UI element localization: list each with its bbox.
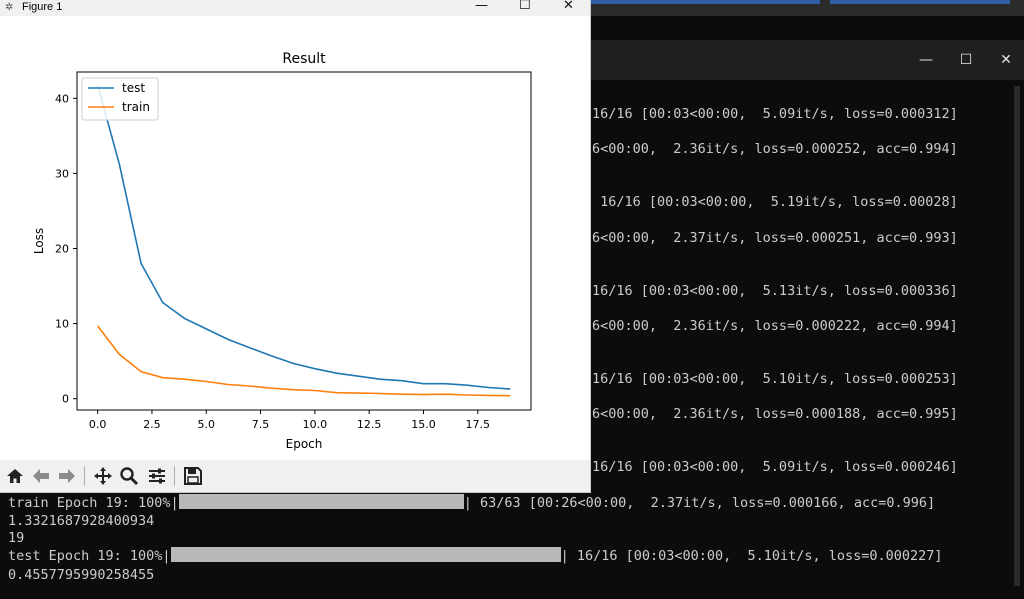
x-tick-label: 10.0 — [303, 418, 328, 431]
test-progress-bar — [170, 547, 561, 562]
home-button[interactable] — [4, 465, 26, 487]
terminal-output-value: 19 — [8, 530, 25, 546]
y-tick-label: 20 — [55, 243, 69, 256]
background-window-strip — [590, 0, 1024, 16]
terminal-line: 6<00:00, 2.36it/s, loss=0.000222, acc=0.… — [592, 318, 958, 334]
pan-icon — [94, 467, 112, 485]
terminal-output-value: 1.3321687928400934 — [8, 513, 155, 529]
figure-title: Figure 1 — [22, 1, 63, 13]
plot-area — [76, 71, 532, 411]
terminal-line: 16/16 [00:03<00:00, 5.09it/s, loss=0.000… — [592, 106, 958, 122]
y-tick-label: 40 — [55, 92, 69, 105]
terminal-line: 6<00:00, 2.37it/s, loss=0.000251, acc=0.… — [592, 230, 958, 246]
terminal-line: 16/16 [00:03<00:00, 5.13it/s, loss=0.000… — [592, 283, 958, 299]
figure-close-button[interactable]: ✕ — [563, 0, 574, 13]
train-epoch-line: train Epoch 19: 100%| | 63/63 [00:26<00:0… — [8, 494, 935, 512]
figure-minimize-button[interactable]: — — [475, 0, 488, 13]
x-axis-label: Epoch — [286, 437, 323, 451]
x-tick-label: 12.5 — [357, 418, 382, 431]
train-epoch-suffix: | 63/63 [00:26<00:00, 2.37it/s, loss=0.0… — [463, 495, 936, 511]
x-tick-label: 0.0 — [89, 418, 107, 431]
test-epoch-suffix: | 16/16 [00:03<00:00, 5.10it/s, loss=0.0… — [560, 548, 943, 564]
y-tick-label: 0 — [62, 393, 69, 406]
figure-maximize-button[interactable]: ☐ — [519, 0, 531, 13]
terminal-line: 6<00:00, 2.36it/s, loss=0.000188, acc=0.… — [592, 406, 958, 422]
loss-chart[interactable]: Result Epoch Loss 0.0 2.5 5.0 7.5 10.0 12.5 15… — [0, 16, 590, 460]
back-icon — [33, 469, 49, 483]
chart-title: Result — [282, 51, 326, 67]
background-window-border — [830, 0, 1010, 4]
x-tick-label: 2.5 — [143, 418, 161, 431]
legend-label-train: train — [122, 100, 150, 114]
background-window-border — [590, 0, 820, 4]
figure-window[interactable]: ✲ Figure 1 — ☐ ✕ Result Epoch Loss 0.0 2.… — [0, 0, 591, 493]
configure-subplots-button[interactable] — [146, 465, 168, 487]
terminal-line: 6<00:00, 2.36it/s, loss=0.000252, acc=0.… — [592, 141, 958, 157]
terminal-scrollbar[interactable] — [1014, 86, 1020, 586]
terminal-line: 16/16 [00:03<00:00, 5.09it/s, loss=0.000… — [592, 459, 958, 475]
legend: test train — [81, 77, 159, 121]
x-tick-label: 17.5 — [466, 418, 491, 431]
terminal-line: 16/16 [00:03<00:00, 5.10it/s, loss=0.000… — [592, 371, 958, 387]
x-tick-label: 5.0 — [197, 418, 215, 431]
legend-label-test: test — [122, 81, 145, 95]
terminal-maximize-button[interactable]: ☐ — [956, 50, 976, 70]
terminal-close-button[interactable]: ✕ — [996, 50, 1016, 70]
y-axis-ticks: 0 10 20 30 40 — [55, 92, 77, 406]
home-icon — [7, 469, 23, 483]
train-progress-bar — [178, 494, 464, 509]
x-tick-label: 15.0 — [411, 418, 436, 431]
forward-button[interactable] — [56, 465, 78, 487]
matplotlib-logo-icon: ✲ — [5, 2, 14, 13]
x-axis-ticks: 0.0 2.5 5.0 7.5 10.0 12.5 15.0 17.5 — [89, 410, 490, 431]
figure-toolbar — [0, 460, 590, 492]
pan-button[interactable] — [92, 465, 114, 487]
y-tick-label: 10 — [55, 318, 69, 331]
toolbar-separator — [174, 466, 175, 486]
test-epoch-prefix: test Epoch 19: 100%| — [8, 548, 171, 564]
configure-subplots-icon — [149, 468, 165, 484]
save-button[interactable] — [182, 465, 204, 487]
toolbar-separator — [84, 466, 85, 486]
train-epoch-prefix: train Epoch 19: 100%| — [8, 495, 179, 511]
terminal-minimize-button[interactable]: — — [916, 50, 936, 70]
save-icon — [184, 467, 202, 485]
y-tick-label: 30 — [55, 167, 69, 180]
figure-titlebar[interactable]: ✲ Figure 1 — ☐ ✕ — [0, 0, 590, 16]
y-axis-label: Loss — [32, 228, 46, 254]
terminal-output-value: 0.4557795990258455 — [8, 567, 155, 583]
x-tick-label: 7.5 — [252, 418, 270, 431]
test-epoch-line: test Epoch 19: 100%| | 16/16 [00:03<00:00… — [8, 547, 943, 565]
zoom-icon — [120, 467, 139, 486]
zoom-button[interactable] — [118, 465, 140, 487]
forward-icon — [59, 469, 75, 483]
terminal-line: 16/16 [00:03<00:00, 5.19it/s, loss=0.000… — [592, 194, 958, 210]
back-button[interactable] — [30, 465, 52, 487]
